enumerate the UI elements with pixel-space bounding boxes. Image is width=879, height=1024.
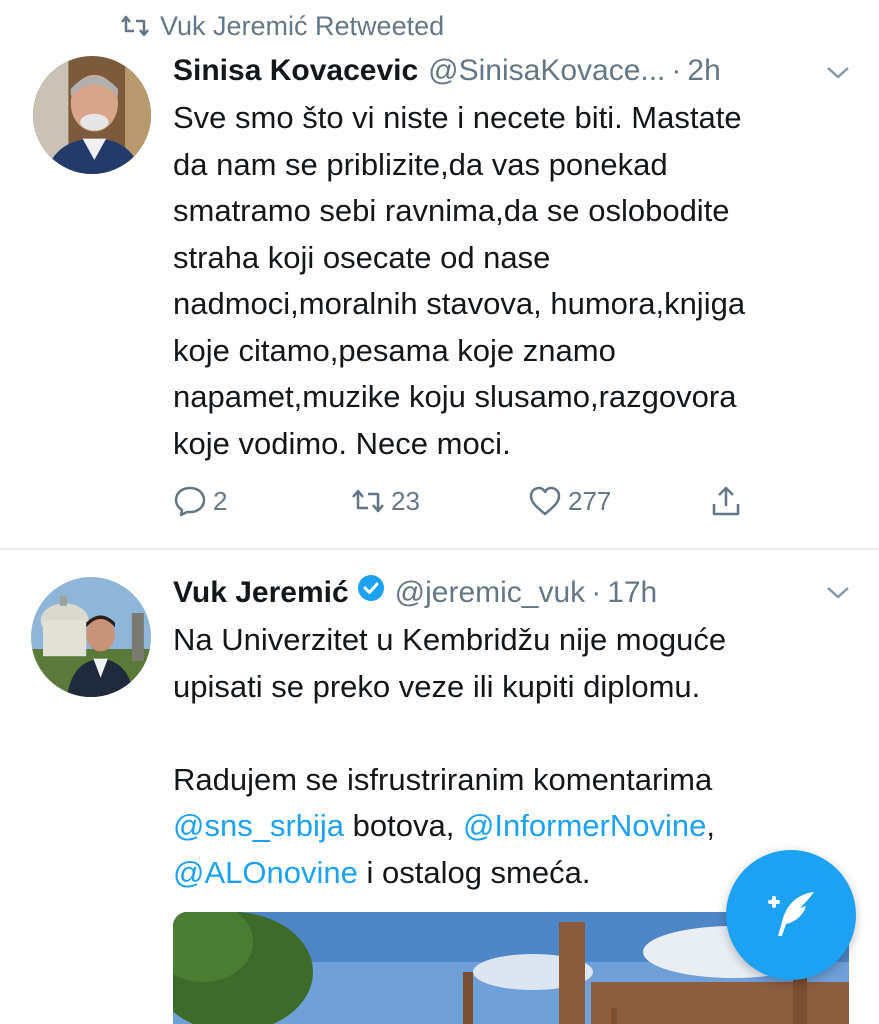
tweet-text-line: Radujem se isfrustriranim komentarima [173, 761, 713, 797]
tweet-actions: 2 23 277 [173, 484, 773, 524]
tweet-text-line: nadmoci,moralnih stavova, humora,knjiga [173, 286, 746, 321]
tweet-text-line: napamet,muzike koju slusamo,razgovora [173, 379, 737, 414]
retweet-count: 23 [391, 485, 420, 516]
chevron-down-icon[interactable] [826, 586, 850, 600]
mention-link[interactable]: @sns_srbija [173, 808, 344, 843]
tweet-text-line: smatramo sebi ravnima,da se oslobodite [173, 193, 730, 228]
mention-link[interactable]: @ALOnovine [173, 855, 358, 890]
tweet-text-line: da nam se priblizite,da vas ponekad [173, 146, 668, 182]
separator-dot: · [671, 54, 682, 87]
share-icon [712, 486, 740, 516]
retweet-button[interactable]: 23 [351, 484, 420, 518]
reply-count: 2 [213, 485, 228, 516]
tweet-header: Vuk Jeremić @jeremic_vuk · 17h [173, 574, 657, 610]
timestamp[interactable]: 2h [687, 54, 720, 88]
reply-icon [174, 486, 206, 517]
tweet-text-fragment: i ostalog smeća. [357, 854, 591, 890]
tweet-text-fragment: botova, [344, 808, 463, 843]
tweet[interactable]: Sinisa Kovacevic @SinisaKovace... · 2h S… [0, 0, 879, 548]
separator-dot: · [591, 576, 602, 609]
chevron-down-icon[interactable] [826, 66, 850, 80]
user-handle[interactable]: @jeremic_vuk [395, 576, 586, 610]
tweet-text-line: @sns_srbija botova, @InformerNovine, [173, 803, 863, 850]
avatar[interactable] [33, 56, 151, 174]
display-name[interactable]: Vuk Jeremić [173, 576, 349, 610]
compose-feather-icon [768, 892, 814, 936]
heart-icon [529, 486, 561, 516]
tweet-text-line: Na Univerzitet u Kembridžu nije moguće [173, 622, 727, 657]
reply-button[interactable]: 2 [173, 484, 227, 518]
retweet-icon [352, 489, 384, 513]
tweet-text-line: straha koji osecate od nase [173, 239, 551, 275]
compose-tweet-button[interactable] [726, 850, 856, 980]
tweet-text-line: upisati se preko veze ili kupiti diplomu… [173, 668, 701, 704]
tweet-text: Sve smo što vi niste i necete biti. Mast… [173, 95, 863, 467]
tweet-header: Sinisa Kovacevic @SinisaKovace... · 2h [173, 54, 721, 88]
like-button[interactable]: 277 [528, 484, 611, 518]
timeline: Vuk Jeremić Retweeted Sinisa Kovacevic @… [0, 0, 879, 1024]
tweet-text-line: Sve smo što vi niste i necete biti. Mast… [173, 100, 742, 135]
tweet-text-line: koje vodimo. Nece moci. [173, 425, 511, 461]
like-count: 277 [568, 485, 612, 516]
timestamp[interactable]: 17h [607, 576, 657, 610]
share-button[interactable] [709, 484, 743, 518]
tweet-text-line: koje citamo,pesama koje znamo [173, 332, 616, 368]
avatar[interactable] [31, 577, 151, 697]
tweet-text-fragment: , [706, 808, 715, 843]
tweet-text: Na Univerzitet u Kembridžu nije moguće u… [173, 617, 863, 896]
user-handle[interactable]: @SinisaKovace... [428, 54, 665, 88]
verified-badge-icon [357, 575, 384, 601]
display-name[interactable]: Sinisa Kovacevic [173, 54, 418, 88]
mention-link[interactable]: @InformerNovine [463, 808, 706, 843]
